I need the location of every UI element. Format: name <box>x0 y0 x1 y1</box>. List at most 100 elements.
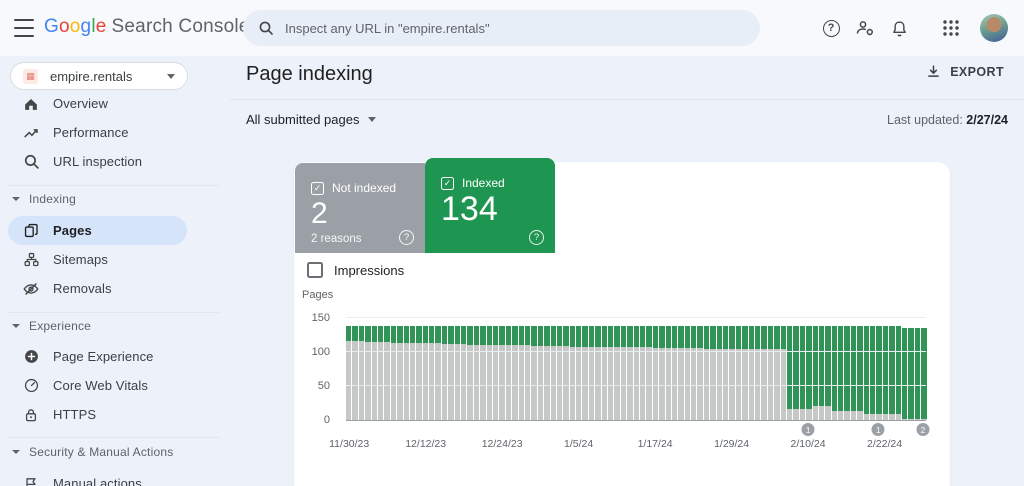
user-avatar[interactable] <box>980 14 1008 42</box>
impressions-toggle[interactable]: Impressions <box>307 262 404 278</box>
chart-bar[interactable] <box>710 326 715 420</box>
chart-bar[interactable] <box>429 326 434 420</box>
chart-bar[interactable] <box>653 326 658 420</box>
chart-bar[interactable] <box>525 326 530 420</box>
chart-bar[interactable] <box>717 326 722 420</box>
sidebar-item-page-experience[interactable]: Page Experience <box>0 342 196 371</box>
chart-bar[interactable] <box>672 326 677 420</box>
chart-bar[interactable] <box>691 326 696 420</box>
chart-bar[interactable] <box>359 326 364 420</box>
chart-bar[interactable] <box>448 326 453 420</box>
chart-bar[interactable] <box>602 326 607 420</box>
tab-indexed[interactable]: ✓ Indexed 134 ? <box>425 158 555 253</box>
chart-bar[interactable] <box>487 326 492 420</box>
chart-bar[interactable] <box>742 326 747 420</box>
chart-bar[interactable] <box>889 326 894 420</box>
sidebar-item-overview[interactable]: Overview <box>0 89 196 118</box>
chart-bar[interactable] <box>640 326 645 420</box>
chart-bar[interactable] <box>499 326 504 420</box>
google-apps-grid-icon[interactable] <box>934 11 968 45</box>
chart-bar[interactable] <box>391 326 396 420</box>
annotation-badge[interactable]: 2 <box>916 423 929 436</box>
chart-bar[interactable] <box>704 326 709 420</box>
chart-bar[interactable] <box>544 326 549 420</box>
chart-bar[interactable] <box>538 326 543 420</box>
chart-bar[interactable] <box>493 326 498 420</box>
chart-bar[interactable] <box>563 326 568 420</box>
chart-bar[interactable] <box>506 326 511 420</box>
chart-bar[interactable] <box>697 326 702 420</box>
chart-bar[interactable] <box>595 326 600 420</box>
sidebar-item-pages[interactable]: Pages <box>8 216 187 245</box>
chart-bar[interactable] <box>365 326 370 420</box>
chart-bar[interactable] <box>461 326 466 420</box>
chart-bar[interactable] <box>589 326 594 420</box>
chart-bar[interactable] <box>806 326 811 420</box>
chart-bar[interactable] <box>480 326 485 420</box>
checkbox-unchecked-icon[interactable] <box>307 262 323 278</box>
chart-bar[interactable] <box>557 326 562 420</box>
chart-bar[interactable] <box>883 326 888 420</box>
chart-bar[interactable] <box>870 326 875 420</box>
chart-bars[interactable] <box>346 318 926 420</box>
chart-bar[interactable] <box>352 326 357 420</box>
chart-bar[interactable] <box>864 326 869 420</box>
search-input[interactable] <box>285 21 746 36</box>
sidebar-item-url-inspection[interactable]: URL inspection <box>0 147 196 176</box>
sidebar-section-experience[interactable]: Experience <box>12 319 91 333</box>
chart-bar[interactable] <box>646 326 651 420</box>
help-question-icon[interactable]: ? <box>399 230 414 245</box>
chart-bar[interactable] <box>666 326 671 420</box>
chart-bar[interactable] <box>908 328 913 420</box>
chart-bar[interactable] <box>442 326 447 420</box>
chart-bar[interactable] <box>659 326 664 420</box>
chart-bar[interactable] <box>774 326 779 420</box>
notifications-bell-icon[interactable] <box>882 11 916 45</box>
chart-bar[interactable] <box>787 326 792 420</box>
chart-bar[interactable] <box>755 326 760 420</box>
chart-bar[interactable] <box>551 326 556 420</box>
export-button[interactable]: EXPORT <box>926 64 1004 79</box>
chart-bar[interactable] <box>902 328 907 420</box>
tab-not-indexed[interactable]: ✓ Not indexed 2 2 reasons ? <box>295 163 425 253</box>
hamburger-menu-icon[interactable] <box>14 19 34 37</box>
annotation-badge[interactable]: 1 <box>872 423 885 436</box>
chart-bar[interactable] <box>857 326 862 420</box>
sidebar-item-sitemaps[interactable]: Sitemaps <box>0 245 196 274</box>
chart-bar[interactable] <box>678 326 683 420</box>
chart-bar[interactable] <box>736 326 741 420</box>
chart-bar[interactable] <box>410 326 415 420</box>
chart-bar[interactable] <box>384 326 389 420</box>
chart-bar[interactable] <box>729 326 734 420</box>
chart-bar[interactable] <box>793 326 798 420</box>
sidebar-item-core-web-vitals[interactable]: Core Web Vitals <box>0 371 196 400</box>
chart-bar[interactable] <box>761 326 766 420</box>
chart-bar[interactable] <box>896 326 901 420</box>
chart-bar[interactable] <box>800 326 805 420</box>
chart-bar[interactable] <box>608 326 613 420</box>
chart-bar[interactable] <box>455 326 460 420</box>
chart-bar[interactable] <box>813 326 818 420</box>
chart-bar[interactable] <box>851 326 856 420</box>
chart-bar[interactable] <box>474 326 479 420</box>
chart-bar[interactable] <box>749 326 754 420</box>
manage-users-icon[interactable] <box>848 11 882 45</box>
chart-bar[interactable] <box>768 326 773 420</box>
chart-bar[interactable] <box>634 326 639 420</box>
sidebar-item-performance[interactable]: Performance <box>0 118 196 147</box>
chart-bar[interactable] <box>467 326 472 420</box>
chart-bar[interactable] <box>915 328 920 420</box>
submitted-pages-dropdown[interactable]: All submitted pages <box>246 112 376 127</box>
chart-bar[interactable] <box>685 326 690 420</box>
chart-bar[interactable] <box>416 326 421 420</box>
chart-bar[interactable] <box>576 326 581 420</box>
sidebar-section-indexing[interactable]: Indexing <box>12 192 76 206</box>
annotation-badge[interactable]: 1 <box>802 423 815 436</box>
sidebar-item-https[interactable]: HTTPS <box>0 400 196 429</box>
chart-bar[interactable] <box>435 326 440 420</box>
sidebar-section-security-manual-actions[interactable]: Security & Manual Actions <box>12 445 173 459</box>
chart-bar[interactable] <box>723 326 728 420</box>
property-selector[interactable]: ▦ empire.rentals <box>10 62 188 90</box>
chart-bar[interactable] <box>627 326 632 420</box>
chart-bar[interactable] <box>921 328 926 420</box>
